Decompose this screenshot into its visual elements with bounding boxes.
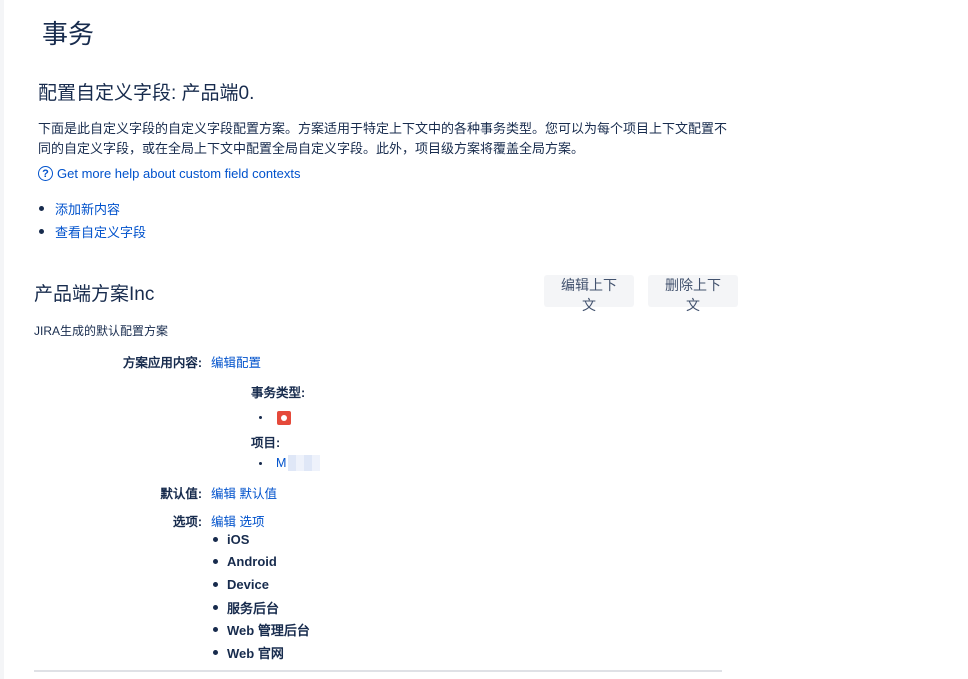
edit-default-value-link[interactable]: 编辑 默认值 (211, 483, 277, 502)
options-label: 选项: (172, 515, 202, 529)
options-list: iOS Android Device 服务后台 Web 管理后台 Web 官网 (213, 528, 310, 664)
bullet (213, 559, 218, 565)
action-links: 添加新内容 查看自定义字段 (38, 197, 146, 243)
option-value: Web 官网 (227, 645, 284, 661)
edit-config-link[interactable]: 编辑配置 (211, 352, 261, 371)
scheme-description: JIRA生成的默认配置方案 (34, 324, 169, 338)
option-value: Device (227, 576, 269, 592)
bullet (39, 229, 44, 234)
redacted-block (288, 455, 321, 471)
config-title: 配置自定义字段: 产品端0. (38, 83, 255, 104)
help-link-text[interactable]: Get more help about custom field context… (57, 166, 301, 181)
config-description: 下面是此自定义字段的自定义字段配置方案。方案适用于特定上下文中的各种事务类型。您… (38, 121, 728, 156)
bullet (259, 462, 262, 465)
add-new-context-link[interactable]: 添加新内容 (55, 199, 120, 218)
bullet (213, 649, 218, 655)
projects-label: 项目: (251, 436, 281, 450)
project-link[interactable]: M (276, 455, 321, 471)
help-link[interactable]: ? Get more help about custom field conte… (38, 166, 301, 181)
default-value-label: 默认值: (160, 487, 202, 501)
edit-context-button[interactable]: 编辑上下文 (544, 275, 634, 313)
page-title: 事务 (42, 19, 95, 49)
divider (34, 670, 722, 672)
option-value: 服务后台 (227, 600, 280, 616)
project-name[interactable]: M (276, 456, 286, 470)
option-value: Web 管理后台 (227, 623, 310, 639)
list-item: 查看自定义字段 (38, 220, 146, 243)
scheme-title: 产品端方案Inc (34, 284, 155, 305)
bullet (213, 604, 218, 610)
bullet (213, 627, 218, 633)
applies-label: 方案应用内容: (122, 356, 202, 370)
option-value: iOS (227, 531, 250, 547)
bug-issue-type-icon (277, 411, 291, 425)
issue-types-label: 事务类型: (251, 386, 306, 400)
list-item: Device (213, 573, 310, 596)
bullet (259, 416, 262, 419)
view-custom-field-link[interactable]: 查看自定义字段 (55, 222, 146, 241)
list-item: iOS (213, 528, 310, 551)
help-icon: ? (38, 166, 53, 181)
list-item: 添加新内容 (38, 197, 146, 220)
list-item: Web 管理后台 (213, 618, 310, 641)
list-item: 服务后台 (213, 596, 310, 619)
bullet (213, 581, 218, 587)
bullet (213, 536, 218, 542)
list-item: Android (213, 551, 310, 574)
option-value: Android (227, 554, 277, 570)
bullet (39, 206, 44, 211)
left-border (0, 0, 4, 679)
list-item: Web 官网 (213, 641, 310, 664)
delete-context-button[interactable]: 删除上下文 (648, 275, 738, 313)
